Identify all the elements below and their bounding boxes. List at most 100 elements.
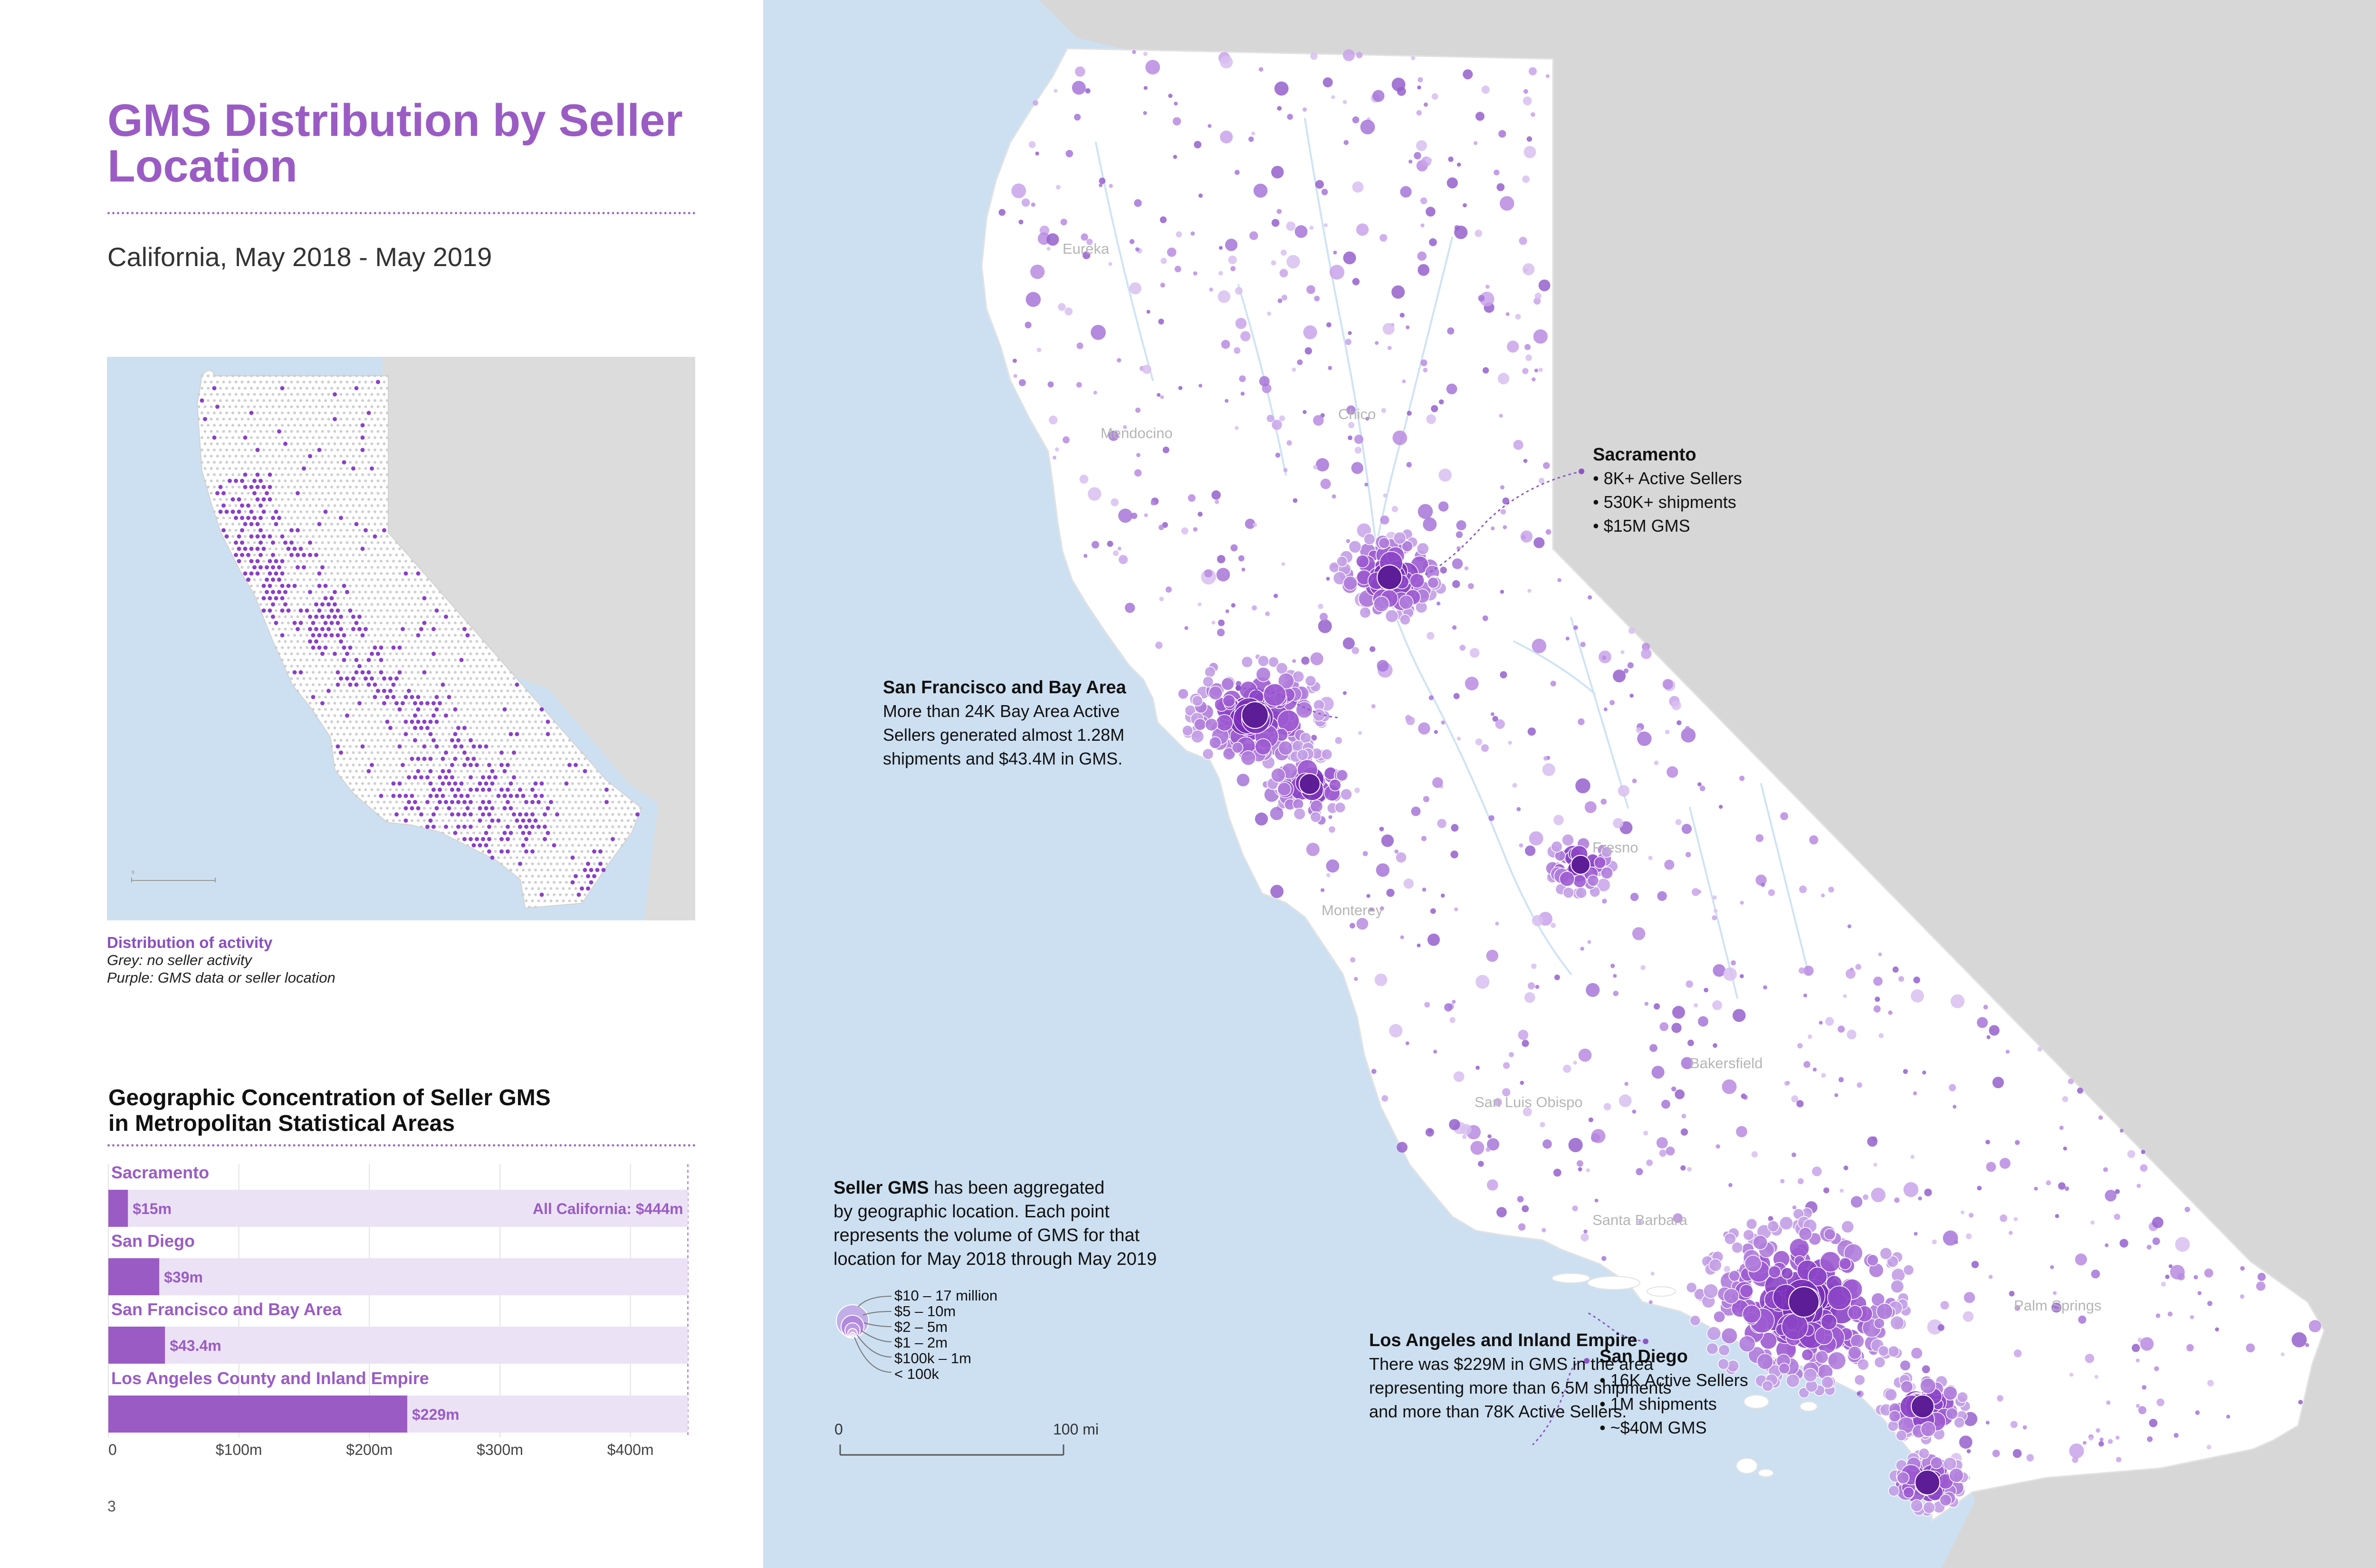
gms-dot [1954, 1240, 1958, 1244]
gms-dot [1198, 602, 1202, 606]
gms-dot [1420, 223, 1425, 228]
gms-dot [1342, 637, 1355, 650]
gms-dot [1847, 1030, 1857, 1040]
gms-dot [1819, 1021, 1823, 1025]
gms-dot [2008, 1231, 2013, 1235]
gms-cluster-dot [1689, 1315, 1701, 1327]
gms-dot [1371, 704, 1376, 708]
gms-dot [1099, 183, 1103, 187]
bar-value-label: $43.4m [170, 1337, 221, 1354]
gms-dot [1992, 1449, 2000, 1457]
gms-dot [1322, 77, 1333, 87]
gms-dot [1791, 1095, 1799, 1103]
gms-cluster-dot [1393, 531, 1407, 545]
gms-dot [1160, 395, 1164, 399]
gms-dot [1433, 1050, 1437, 1054]
gms-dot [1265, 611, 1270, 616]
gms-dot [1878, 1033, 1884, 1038]
gms-dot [1088, 487, 1102, 501]
gms-dot [1739, 775, 1745, 781]
gms-dot [1699, 785, 1705, 792]
gms-cluster-dot [1801, 1348, 1814, 1361]
gms-dot [1218, 271, 1223, 276]
gms-dot [1986, 1162, 1996, 1172]
gms-dot [1522, 368, 1529, 374]
gms-dot [1134, 469, 1142, 477]
gms-cluster-dot [1334, 802, 1346, 813]
gms-dot [2246, 1343, 2255, 1353]
gms-dot [1054, 89, 1058, 93]
gms-dot [1394, 849, 1399, 854]
gms-cluster-dot [1348, 540, 1362, 554]
gms-dot [1431, 405, 1438, 412]
gms-dot [1134, 199, 1142, 207]
gms-dot [1303, 325, 1317, 339]
gms-dot [1697, 782, 1702, 786]
gms-dot [2119, 1128, 2124, 1133]
gms-dot [1456, 736, 1461, 741]
gms-dot [1136, 453, 1140, 458]
gms-dot [2053, 1291, 2057, 1295]
gms-dot [2256, 1281, 2266, 1291]
gms-dot [1586, 983, 1600, 997]
gms-dot [1143, 86, 1148, 90]
gms-dot [1281, 562, 1285, 566]
gms-dot [1158, 525, 1164, 530]
gms-dot [2014, 1140, 2020, 1145]
gms-dot [1659, 1022, 1668, 1032]
gms-dot [1659, 1149, 1667, 1157]
gms-dot [1456, 163, 1461, 167]
gms-dot [1046, 247, 1051, 251]
gms-dot [1644, 1002, 1648, 1006]
total-label: All California: $444m [533, 1200, 683, 1217]
gms-dot [1055, 185, 1061, 190]
bar-value-label: $39m [164, 1269, 203, 1286]
gms-dot [1516, 807, 1521, 812]
gms-cluster-dot [1728, 1270, 1741, 1282]
gms-dot [1456, 520, 1466, 531]
gms-dot [2240, 1294, 2244, 1299]
gms-dot [1714, 909, 1718, 913]
gms-dot [1464, 566, 1469, 571]
gms-dot [1983, 1004, 1988, 1010]
gms-dot [2013, 1217, 2018, 1222]
gms-dot [1211, 621, 1216, 625]
gms-dot [1576, 1160, 1583, 1167]
gms-dot [1377, 660, 1389, 672]
gms-dot [1411, 806, 1421, 816]
gms-dot [1362, 851, 1368, 856]
gms-dot [1118, 508, 1133, 523]
gms-dot [1452, 1000, 1456, 1004]
gms-dot [1418, 722, 1430, 735]
gms-cluster-dot [1271, 767, 1286, 783]
gms-dot [1600, 798, 1607, 805]
gms-dot [1423, 367, 1428, 373]
gms-dot [1135, 247, 1140, 251]
gms-dot [1531, 963, 1537, 969]
gms-dot [1188, 494, 1196, 502]
gms-dot [1252, 605, 1257, 611]
gms-dot [1326, 873, 1331, 878]
gms-dot [1857, 1391, 1861, 1396]
gms-cluster-dot [1753, 1235, 1768, 1250]
bar-category-label: Sacramento [111, 1163, 209, 1182]
gms-dot [1230, 266, 1236, 271]
gms-cluster-dot [1231, 742, 1244, 754]
gms-dot [1997, 1395, 2003, 1402]
gms-dot [1292, 659, 1296, 663]
gms-dot [1523, 459, 1528, 463]
gms-dot [1751, 1151, 1758, 1158]
gms-dot [1129, 282, 1141, 295]
gms-cluster-center [1571, 855, 1590, 875]
gms-dot [1565, 636, 1570, 641]
gms-dot [1176, 231, 1182, 238]
gms-dot [1231, 603, 1236, 608]
gms-dot [1469, 648, 1480, 658]
gms-dot [1225, 399, 1229, 403]
gms-dot [1646, 1159, 1653, 1166]
gms-dot [1732, 1009, 1746, 1022]
gms-dot [1543, 756, 1548, 761]
gms-dot [1940, 1300, 1949, 1310]
gms-cluster-dot [1930, 1456, 1943, 1469]
gms-dot [1011, 183, 1026, 199]
